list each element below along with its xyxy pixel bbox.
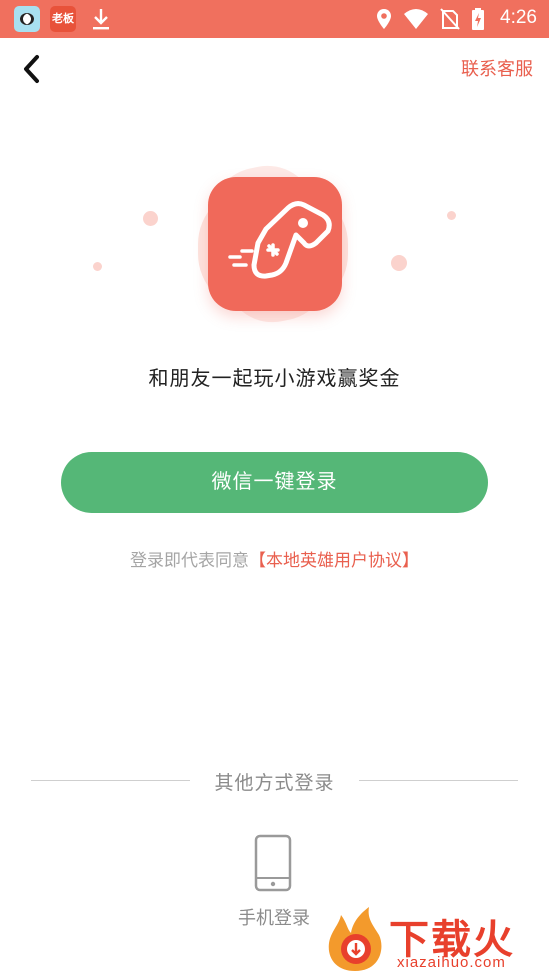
decor-dot [143,211,158,226]
app-logo [208,177,342,311]
other-login-title: 其他方式登录 [214,773,335,794]
decor-dot [391,255,407,271]
hero-illustration [0,150,549,350]
watermark: 下载火 xiazaihuo.com [325,905,545,975]
watermark-url: xiazaihuo.com [397,954,506,971]
panda-app-icon [14,6,40,32]
status-bar: 老板 4:26 [0,0,549,38]
chevron-left-icon[interactable] [18,52,48,86]
contact-support-link[interactable]: 联系客服 [461,55,533,81]
battery-charging-icon [472,8,484,30]
phone-login-label: 手机登录 [238,908,310,928]
flame-logo-icon [328,907,382,971]
phone-login-button[interactable]: 手机登录 [224,832,324,932]
gamepad-icon [228,201,332,279]
location-icon [376,9,391,29]
user-agreement-link[interactable]: 【本地英雄用户协议】 [249,551,419,570]
agreement-text: 登录即代表同意【本地英雄用户协议】 [0,546,549,571]
laoban-app-icon: 老板 [50,6,76,32]
decor-dot [93,262,102,271]
status-icons [370,8,485,30]
wechat-login-button[interactable]: 微信一键登录 [61,452,488,513]
download-icon [93,9,109,30]
slogan-text: 和朋友一起玩小游戏赢奖金 [148,368,401,390]
smartphone-icon [254,834,292,892]
agreement-prefix: 登录即代表同意 [130,551,249,570]
wifi-icon [403,9,428,29]
decor-dot [447,211,456,220]
no-sim-icon [440,8,460,30]
status-time: 4:26 [500,7,537,28]
